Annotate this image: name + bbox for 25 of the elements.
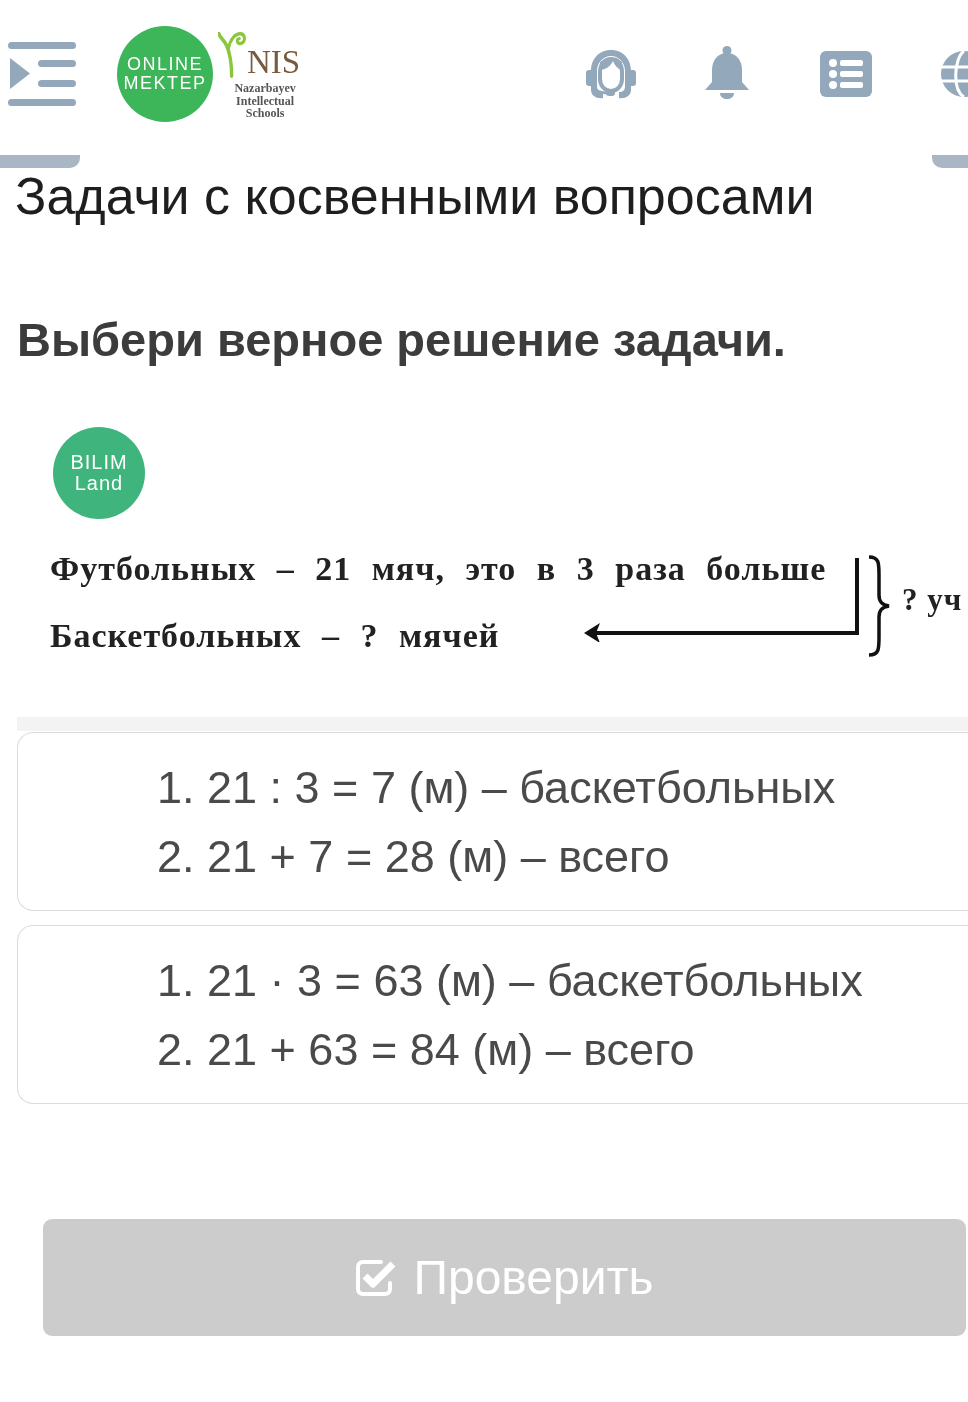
checkbox-icon: [355, 1258, 398, 1297]
answer-option[interactable]: 1. 21 : 3 = 7 (м) – баскетбольных 2. 21 + 7 = 28 (м) – всего: [17, 732, 968, 911]
answer-option[interactable]: 1. 21 · 3 = 63 (м) – баскетбольных 2. 21 + 63 = 84 (м) – всего: [17, 925, 968, 1104]
logo-text: MEKTEP: [123, 74, 207, 93]
page-title: Задачи с косвенными вопросами: [14, 168, 816, 224]
logo-caption: Schools: [245, 107, 285, 120]
menu-icon[interactable]: [8, 42, 76, 106]
logo-text: Land: [74, 473, 124, 494]
logo-caption: Nazarbayev: [234, 82, 296, 95]
answer-text: 1. 21 · 3 = 63 (м) – баскетбольных: [157, 954, 864, 1008]
header-edge-bar: [932, 155, 968, 168]
problem-text: Футбольных – 21 мяч, это в 3 раза больше: [50, 549, 827, 589]
answer-text: 2. 21 + 7 = 28 (м) – всего: [157, 830, 671, 884]
logo-text: ONLINE: [127, 55, 203, 74]
logo-text: NIS: [247, 46, 301, 79]
globe-icon[interactable]: [940, 50, 968, 98]
logo-caption: Intellectual: [236, 94, 295, 108]
problem-text: ? уч: [902, 581, 963, 619]
bell-icon[interactable]: [703, 46, 751, 102]
problem-text: Баскетбольных – ? мячей: [50, 616, 500, 656]
question-text: Выбери верное решение задачи.: [16, 315, 787, 365]
logo-text: BILIM: [70, 452, 128, 473]
answer-text: 1. 21 : 3 = 7 (м) – баскетбольных: [157, 761, 837, 815]
answer-text: 2. 21 + 63 = 84 (м) – всего: [157, 1023, 696, 1077]
list-icon[interactable]: [820, 51, 872, 97]
